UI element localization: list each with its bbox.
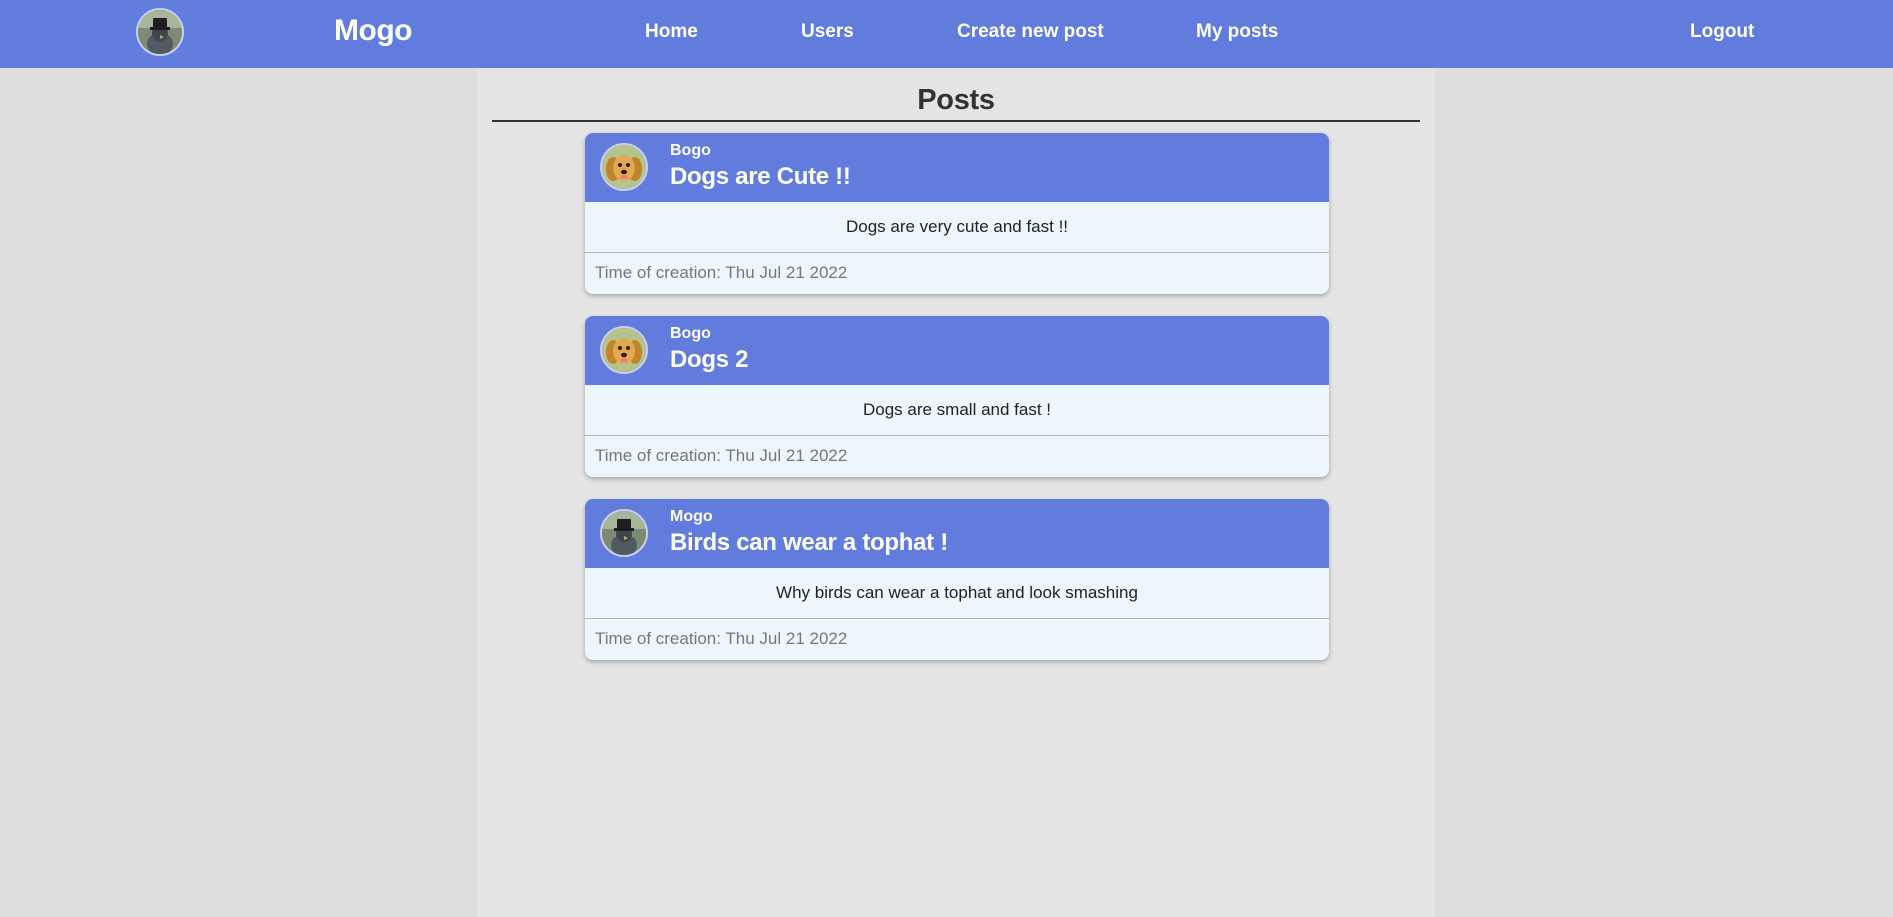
nav-create-post-link[interactable]: Create new post — [957, 21, 1104, 43]
nav-users-link[interactable]: Users — [801, 21, 854, 43]
post-divider — [585, 618, 1329, 619]
post-body: Dogs are small and fast ! — [862, 400, 1052, 419]
page-title: Posts — [917, 84, 995, 116]
post-header: Bogo Dogs 2 — [585, 316, 1329, 385]
post-body: Why birds can wear a tophat and look sma… — [776, 583, 1138, 602]
post-title: Dogs are Cute !! — [670, 163, 851, 190]
post-card: Mogo Birds can wear a tophat ! Why birds… — [585, 499, 1329, 660]
user-avatar-icon[interactable] — [136, 8, 184, 56]
title-divider — [492, 120, 1420, 122]
bird-tophat-avatar-icon — [602, 511, 646, 555]
post-header: Mogo Birds can wear a tophat ! — [585, 499, 1329, 568]
nav-my-posts-link[interactable]: My posts — [1196, 21, 1278, 43]
post-divider — [585, 252, 1329, 253]
post-divider — [585, 435, 1329, 436]
post-timestamp: Time of creation: Thu Jul 21 2022 — [595, 263, 848, 282]
post-title: Dogs 2 — [670, 346, 749, 373]
dog-avatar-icon — [602, 328, 646, 372]
nav-home-link[interactable]: Home — [645, 21, 698, 43]
author-avatar[interactable] — [600, 509, 648, 557]
top-navbar: Mogo Home Users Create new post My posts… — [0, 0, 1893, 68]
post-title: Birds can wear a tophat ! — [670, 529, 948, 556]
post-card: Bogo Dogs 2 Dogs are small and fast ! Ti… — [585, 316, 1329, 477]
post-timestamp: Time of creation: Thu Jul 21 2022 — [595, 629, 848, 648]
author-avatar[interactable] — [600, 326, 648, 374]
nav-logout-link[interactable]: Logout — [1690, 21, 1754, 43]
post-timestamp: Time of creation: Thu Jul 21 2022 — [595, 446, 848, 465]
post-author[interactable]: Bogo — [670, 325, 711, 343]
author-avatar[interactable] — [600, 143, 648, 191]
post-author[interactable]: Bogo — [670, 142, 711, 160]
post-author[interactable]: Mogo — [670, 508, 713, 526]
post-header: Bogo Dogs are Cute !! — [585, 133, 1329, 202]
brand-logo-text[interactable]: Mogo — [334, 14, 412, 48]
post-card: Bogo Dogs are Cute !! Dogs are very cute… — [585, 133, 1329, 294]
bird-tophat-avatar-icon — [138, 10, 182, 54]
dog-avatar-icon — [602, 145, 646, 189]
post-body: Dogs are very cute and fast !! — [845, 217, 1069, 236]
